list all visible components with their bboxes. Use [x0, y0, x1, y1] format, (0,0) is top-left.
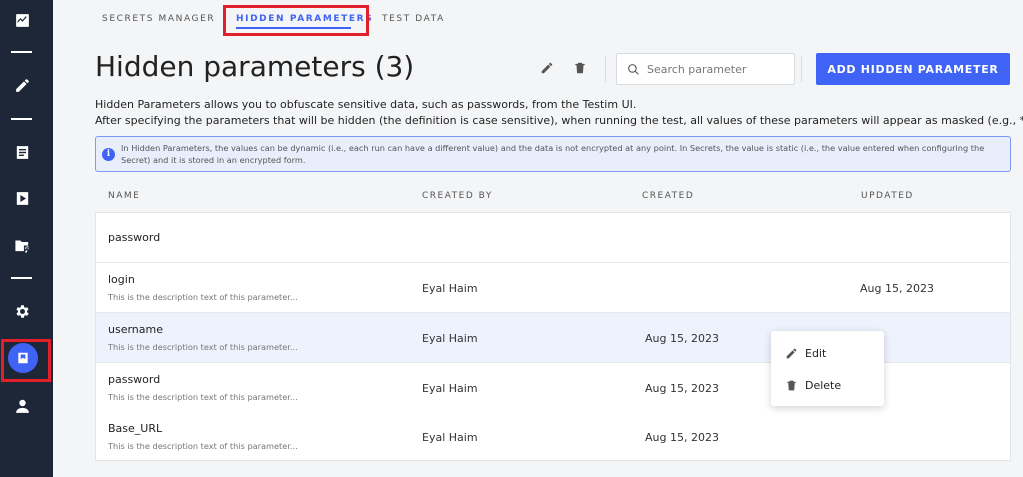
- divider: [801, 56, 802, 82]
- sidebar-item-hidden-parameters[interactable]: [8, 343, 38, 373]
- sidebar-item-profile[interactable]: [0, 391, 44, 421]
- column-header-updated[interactable]: UPDATED: [861, 191, 914, 201]
- created-date: Aug 15, 2023: [645, 332, 719, 345]
- add-hidden-parameter-button[interactable]: ADD HIDDEN PARAMETER: [816, 53, 1010, 85]
- search-input[interactable]: [647, 62, 787, 76]
- tab-test-data[interactable]: TEST DATA: [382, 14, 445, 24]
- folder-settings-icon: [14, 240, 29, 253]
- sidebar-item-runs[interactable]: [0, 183, 44, 213]
- bookmark-icon: [18, 352, 28, 364]
- updated-date: Aug 15, 2023: [860, 282, 934, 295]
- sidebar-divider: [11, 118, 32, 120]
- pencil-icon: [541, 62, 553, 74]
- sidebar: [0, 0, 53, 477]
- description-line-1: Hidden Parameters allows you to obfuscat…: [95, 98, 637, 111]
- parameter-description: This is the description text of this par…: [108, 392, 298, 402]
- table-row[interactable]: login This is the description text of th…: [96, 263, 1010, 313]
- main-content: SECRETS MANAGER HIDDEN PARAMETERS TEST D…: [53, 0, 1023, 477]
- parameter-name: password: [108, 231, 161, 244]
- created-date: Aug 15, 2023: [645, 382, 719, 395]
- active-tab-highlight: [223, 5, 369, 36]
- edit-button[interactable]: [539, 60, 555, 76]
- parameter-name: login: [108, 273, 135, 286]
- pencil-icon: [786, 348, 797, 358]
- parameter-description: This is the description text of this par…: [108, 342, 298, 352]
- search-field[interactable]: [616, 53, 795, 85]
- menu-item-label: Delete: [805, 378, 842, 392]
- parameter-description: This is the description text of this par…: [108, 441, 298, 451]
- description-line-2: After specifying the parameters that wil…: [95, 114, 1023, 127]
- info-banner: i In Hidden Parameters, the values can b…: [95, 136, 1011, 172]
- trash-icon: [787, 380, 796, 390]
- trash-icon: [575, 62, 585, 74]
- tab-secrets-manager[interactable]: SECRETS MANAGER: [102, 14, 215, 24]
- column-header-created[interactable]: CREATED: [642, 191, 694, 201]
- page-title: Hidden parameters (3): [95, 50, 415, 83]
- created-by: Eyal Haim: [422, 431, 478, 444]
- sidebar-divider: [11, 277, 32, 279]
- column-header-created-by[interactable]: CREATED BY: [422, 191, 493, 201]
- column-header-name[interactable]: NAME: [108, 191, 140, 201]
- menu-item-label: Edit: [805, 346, 827, 360]
- list-icon: [16, 145, 28, 159]
- sidebar-item-editor[interactable]: [0, 70, 44, 100]
- table-row[interactable]: password: [96, 213, 1010, 263]
- info-text: In Hidden Parameters, the values can be …: [121, 143, 985, 165]
- created-date: Aug 15, 2023: [645, 431, 719, 444]
- gear-icon: [15, 304, 29, 318]
- divider: [605, 56, 606, 82]
- pencil-icon: [15, 78, 29, 92]
- row-context-menu: Edit Delete: [771, 331, 884, 406]
- parameter-description: This is the description text of this par…: [108, 292, 298, 302]
- user-icon: [15, 399, 29, 413]
- play-icon: [16, 191, 28, 205]
- created-by: Eyal Haim: [422, 382, 478, 395]
- menu-item-edit[interactable]: Edit: [785, 343, 826, 363]
- delete-button[interactable]: [572, 60, 588, 76]
- sidebar-item-dashboard[interactable]: [0, 5, 44, 35]
- parameter-name: password: [108, 373, 161, 386]
- info-icon: i: [102, 148, 115, 161]
- parameter-name: Base_URL: [108, 422, 163, 435]
- search-icon: [628, 63, 639, 75]
- activity-icon: [15, 13, 29, 27]
- table-row[interactable]: Base_URL This is the description text of…: [96, 412, 1010, 460]
- sidebar-divider: [11, 51, 32, 53]
- sidebar-item-settings-folder[interactable]: [0, 230, 44, 260]
- sidebar-item-tests[interactable]: [0, 137, 44, 167]
- sidebar-item-settings[interactable]: [0, 296, 44, 326]
- menu-item-delete[interactable]: Delete: [785, 375, 841, 395]
- parameter-name: username: [108, 323, 163, 336]
- created-by: Eyal Haim: [422, 332, 478, 345]
- created-by: Eyal Haim: [422, 282, 478, 295]
